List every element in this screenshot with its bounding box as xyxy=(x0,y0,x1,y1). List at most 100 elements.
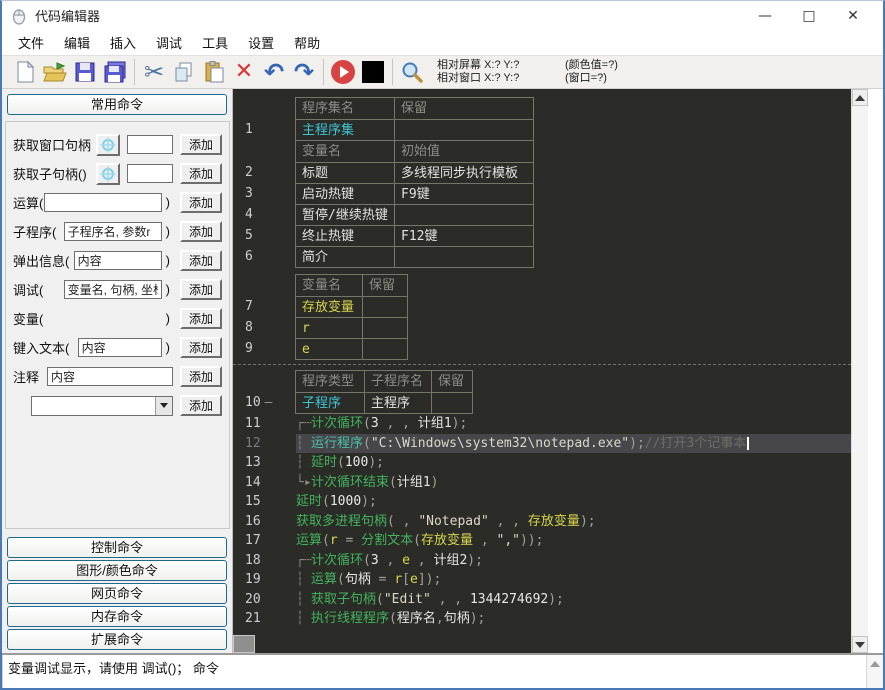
copy-icon[interactable] xyxy=(169,57,199,87)
table-cell[interactable] xyxy=(394,204,534,226)
code-line-content[interactable]: ┆ 延时(100); xyxy=(296,453,851,473)
code-line-content[interactable]: 运算(r = 分割文本(存放变量 , ",")); xyxy=(296,531,851,551)
save-icon[interactable] xyxy=(70,57,100,87)
finder-crosshair-icon[interactable] xyxy=(96,162,120,185)
command-input[interactable] xyxy=(77,338,162,357)
add-button[interactable]: 添加 xyxy=(180,163,222,184)
close-button[interactable]: ✕ xyxy=(831,3,875,29)
dropdown-arrow-icon[interactable] xyxy=(155,396,172,415)
horizontal-scrollbar-thumb[interactable] xyxy=(233,635,255,653)
add-button[interactable]: 添加 xyxy=(180,250,222,271)
table-cell[interactable]: r xyxy=(295,317,363,339)
table-cell[interactable]: 多线程同步执行模板 xyxy=(394,162,534,184)
stop-icon[interactable] xyxy=(358,57,388,87)
category-button-2[interactable]: 图形/颜色命令 xyxy=(7,560,227,581)
category-button-5[interactable]: 扩展命令 xyxy=(7,629,227,650)
table-cell[interactable]: 启动热键 xyxy=(295,183,395,205)
table-cell[interactable]: 子程序 xyxy=(295,392,365,414)
table-cell[interactable]: 主程序集 xyxy=(295,119,395,141)
category-common-commands[interactable]: 常用命令 xyxy=(7,94,227,115)
table-cell[interactable]: F9键 xyxy=(394,183,534,205)
table-cell[interactable]: 变量名 xyxy=(295,274,363,297)
menu-item-5[interactable]: 工具 xyxy=(192,30,238,55)
code-line-content[interactable]: ┆ 运行程序("C:\Windows\system32\notepad.exe")… xyxy=(296,433,851,453)
command-input[interactable] xyxy=(63,280,162,299)
table-cell[interactable]: 程序集名 xyxy=(295,97,395,120)
add-button[interactable]: 添加 xyxy=(180,337,222,358)
code-line-content[interactable]: 获取多进程句柄( , "Notepad" , , 存放变量); xyxy=(296,512,851,532)
add-button[interactable]: 添加 xyxy=(180,221,222,242)
maximize-button[interactable]: □ xyxy=(787,3,831,29)
table-cell[interactable]: 子程序名 xyxy=(364,370,432,393)
code-line-content[interactable]: └▸计次循环结束(计组1) xyxy=(296,473,851,493)
new-file-icon[interactable] xyxy=(10,57,40,87)
table-cell[interactable] xyxy=(362,317,408,339)
table-cell[interactable]: 保留 xyxy=(431,370,473,393)
table-cell[interactable] xyxy=(362,296,408,318)
save-all-icon[interactable] xyxy=(100,57,130,87)
menu-item-3[interactable]: 插入 xyxy=(100,30,146,55)
menu-item-4[interactable]: 调试 xyxy=(146,30,192,55)
table-cell[interactable] xyxy=(362,338,408,360)
add-button[interactable]: 添加 xyxy=(180,395,222,416)
code-line-content[interactable]: ┆ 运算(句柄 = r[e]); xyxy=(296,570,851,590)
table-cell[interactable]: 简介 xyxy=(295,246,395,268)
category-button-4[interactable]: 内存命令 xyxy=(7,606,227,627)
paste-icon[interactable] xyxy=(199,57,229,87)
table-cell[interactable]: 变量名 xyxy=(295,140,395,163)
scroll-down-button[interactable] xyxy=(852,636,868,653)
command-input[interactable] xyxy=(73,251,162,270)
open-file-icon[interactable] xyxy=(40,57,70,87)
table-cell[interactable]: e xyxy=(295,338,363,360)
table-cell[interactable]: 终止热键 xyxy=(295,225,395,247)
code-line-content[interactable]: ┆ 执行线程程序(程序名,句柄); xyxy=(296,609,851,629)
category-button-1[interactable]: 控制命令 xyxy=(7,537,227,558)
code-editor[interactable]: 程序集名 保留 1 主程序集 变量名 初始值 2 标题 多线程同步执行模板 3 启动热键 F9键 4 暂停… xyxy=(233,89,851,653)
scroll-up-button[interactable] xyxy=(852,89,868,106)
add-button[interactable]: 添加 xyxy=(180,279,222,300)
delete-icon[interactable]: ✕ xyxy=(229,57,259,87)
debug-scrollbar[interactable] xyxy=(866,655,883,688)
minimize-button[interactable]: — xyxy=(743,3,787,29)
menu-item-1[interactable]: 文件 xyxy=(8,30,54,55)
table-cell[interactable]: 主程序 xyxy=(364,392,432,414)
table-cell[interactable]: 初始值 xyxy=(394,140,534,163)
add-button[interactable]: 添加 xyxy=(180,192,222,213)
command-input[interactable] xyxy=(127,135,173,154)
code-line-content[interactable]: ┌┄计次循环(3 , , 计组1); xyxy=(296,414,851,434)
line-number xyxy=(233,97,296,120)
redo-icon[interactable]: ↷ xyxy=(289,57,319,87)
scrollbar-track[interactable] xyxy=(852,106,868,636)
add-button[interactable]: 添加 xyxy=(180,134,222,155)
editor-vertical-scrollbar[interactable] xyxy=(851,89,868,653)
table-cell[interactable] xyxy=(394,119,534,141)
finder-crosshair-icon[interactable] xyxy=(96,133,120,156)
table-cell[interactable]: 保留 xyxy=(362,274,408,297)
command-input[interactable] xyxy=(43,193,162,212)
table-cell[interactable]: 保留 xyxy=(394,97,534,120)
table-cell[interactable]: F12键 xyxy=(394,225,534,247)
command-input[interactable] xyxy=(63,222,162,241)
table-cell[interactable] xyxy=(394,246,534,268)
command-input[interactable] xyxy=(47,367,173,386)
add-button[interactable]: 添加 xyxy=(180,366,222,387)
add-button[interactable]: 添加 xyxy=(180,308,222,329)
run-icon[interactable] xyxy=(328,57,358,87)
table-cell[interactable]: 暂停/继续热键 xyxy=(295,204,395,226)
search-icon[interactable] xyxy=(397,57,427,87)
menu-item-6[interactable]: 设置 xyxy=(238,30,284,55)
undo-icon[interactable]: ↶ xyxy=(259,57,289,87)
cut-icon[interactable]: ✂ xyxy=(139,57,169,87)
category-button-3[interactable]: 网页命令 xyxy=(7,583,227,604)
menu-item-2[interactable]: 编辑 xyxy=(54,30,100,55)
menu-item-7[interactable]: 帮助 xyxy=(284,30,330,55)
command-dropdown[interactable] xyxy=(31,395,173,416)
table-cell[interactable]: 标题 xyxy=(295,162,395,184)
table-cell[interactable]: 程序类型 xyxy=(295,370,365,393)
command-input[interactable] xyxy=(127,164,173,183)
code-line-content[interactable]: ┌┄计次循环(3 , e , 计组2); xyxy=(296,551,851,571)
table-cell[interactable]: 存放变量 xyxy=(295,296,363,318)
code-line-content[interactable]: 延时(1000); xyxy=(296,492,851,512)
table-cell[interactable] xyxy=(431,392,473,414)
code-line-content[interactable]: ┆ 获取子句柄("Edit" , , 1344274692); xyxy=(296,590,851,610)
